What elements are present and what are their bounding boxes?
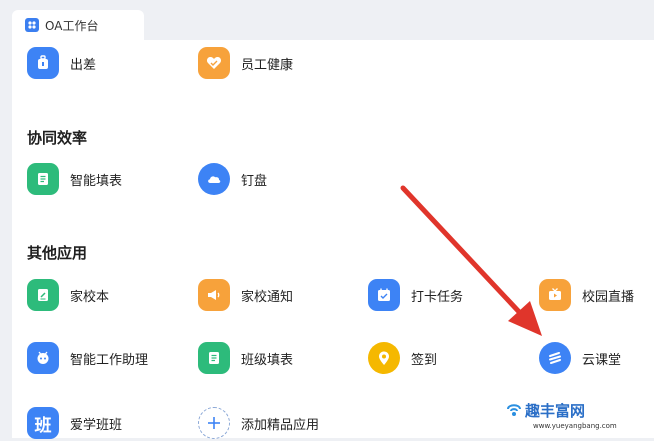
app-employee-health[interactable]: 员工健康: [198, 45, 293, 81]
app-class-form[interactable]: 班级填表: [198, 340, 293, 376]
app-smart-form[interactable]: 智能填表: [27, 161, 122, 197]
tab-bar: OA工作台: [0, 0, 654, 40]
app-home-school-notice[interactable]: 家校通知: [198, 277, 293, 313]
app-campus-live[interactable]: 校园直播: [539, 277, 634, 313]
apps-icon: [25, 18, 39, 32]
app-check-in-task[interactable]: 打卡任务: [368, 277, 463, 313]
tab-oa-workbench[interactable]: OA工作台: [12, 10, 144, 40]
app-sign-in[interactable]: 签到: [368, 340, 437, 376]
app-home-school-book[interactable]: 家校本: [27, 277, 109, 313]
cloud-icon: [198, 163, 230, 195]
form-icon: [27, 163, 59, 195]
stripes-icon: [539, 342, 571, 374]
app-smart-assistant[interactable]: 智能工作助理: [27, 340, 148, 376]
watermark: 趣丰富网 www.yueyangbang.com: [503, 398, 654, 438]
app-business-trip[interactable]: 出差: [27, 45, 96, 81]
app-aixue-banban[interactable]: 班 爱学班班: [27, 405, 122, 441]
add-app-button[interactable]: 添加精品应用: [198, 405, 319, 441]
calendar-check-icon: [368, 279, 400, 311]
megaphone-icon: [198, 279, 230, 311]
workbench-panel: [12, 40, 654, 438]
robot-icon: [27, 342, 59, 374]
location-pin-icon: [368, 342, 400, 374]
tab-label: OA工作台: [45, 18, 99, 33]
heart-icon: [198, 47, 230, 79]
watermark-url: www.yueyangbang.com: [533, 422, 617, 430]
watermark-title: 趣丰富网: [525, 402, 586, 420]
luggage-icon: [27, 47, 59, 79]
app-cloud-classroom[interactable]: 云课堂: [539, 340, 621, 376]
watermark-logo-icon: [507, 404, 521, 416]
plus-icon: [198, 407, 230, 439]
live-tv-icon: [539, 279, 571, 311]
app-ding-disk[interactable]: 钉盘: [198, 161, 267, 197]
section-title-other: 其他应用: [27, 244, 88, 262]
notebook-icon: [27, 279, 59, 311]
section-title-collab: 协同效率: [27, 129, 88, 147]
text-badge-icon: 班: [27, 407, 59, 439]
form-icon: [198, 342, 230, 374]
